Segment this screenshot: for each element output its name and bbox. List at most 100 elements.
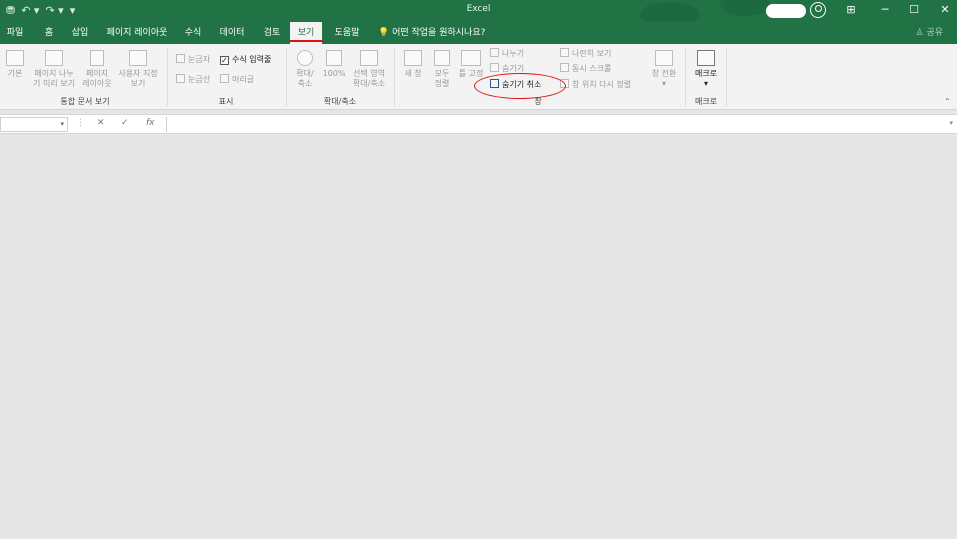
cancel-icon[interactable]: ✕	[97, 118, 105, 128]
reset-window-position-button[interactable]: 창 위치 다시 정렬	[560, 79, 631, 91]
view-side-by-side-button[interactable]: 나란히 보기	[560, 48, 611, 60]
page-layout-label-1: 페이지	[85, 69, 109, 78]
ribbon-view: 기본 페이지 나누 기 미리 보기 페이지 레이아웃 사용자 지정 보기 통합 …	[0, 44, 957, 110]
group-label-zoom: 확대/축소	[323, 97, 357, 106]
zoom-label-1: 확대/	[296, 69, 314, 78]
tab-data[interactable]: 데이터	[214, 22, 250, 44]
formula-bar-checkbox[interactable]: ✓ 수식 입력줄	[220, 54, 271, 66]
macro-icon	[697, 50, 715, 66]
page-break-label-2: 기 미리 보기	[33, 79, 75, 88]
name-box[interactable]: ▾	[0, 117, 68, 132]
tab-help[interactable]: 도움말	[328, 22, 366, 44]
tab-file[interactable]: 파일	[0, 22, 30, 44]
custom-views-icon	[129, 50, 147, 66]
zoom-100-label: 100%	[322, 69, 346, 78]
maximize-icon[interactable]: ☐	[906, 3, 922, 16]
tab-review[interactable]: 검토	[258, 22, 286, 44]
share-button[interactable]: ♙ 공유	[916, 22, 944, 44]
gridlines-label: 눈금선	[188, 75, 211, 84]
annotation-circle	[474, 73, 566, 99]
freeze-panes-button[interactable]: 틀 고정	[456, 50, 486, 79]
annotation-underline	[289, 40, 323, 42]
split-icon	[490, 48, 499, 57]
normal-view-button[interactable]: 기본	[2, 50, 28, 79]
group-label-show: 표시	[218, 97, 234, 106]
arrange-icon	[434, 50, 450, 66]
tab-insert[interactable]: 삽입	[66, 22, 94, 44]
zoom-selection-icon	[360, 50, 378, 66]
enter-icon[interactable]: ✓	[121, 118, 129, 128]
worksheet-area	[0, 134, 957, 539]
formula-bar: ▾ ⋮ ✕ ✓ fx ▾	[0, 114, 957, 134]
zoom-100-icon	[326, 50, 342, 66]
title-bar: ⛃ ↶ ▾ ↷ ▾ ▾ Excel ⊞ ─ ☐ ✕	[0, 0, 957, 26]
gridlines-checkbox[interactable]: 눈금선	[176, 74, 210, 86]
arrange-label-2: 정렬	[434, 79, 450, 88]
minimize-icon[interactable]: ─	[877, 3, 893, 16]
magnifier-icon	[297, 50, 313, 66]
hide-icon	[490, 63, 499, 72]
side-by-side-icon	[560, 48, 569, 57]
custom-views-button[interactable]: 사용자 지정 보기	[114, 50, 162, 89]
side-by-side-label: 나란히 보기	[572, 49, 612, 58]
group-label-workbook-views: 통합 문서 보기	[60, 97, 110, 106]
page-break-icon	[45, 50, 63, 66]
grip-icon: ⋮	[76, 118, 85, 128]
arrange-label-1: 모두	[434, 69, 450, 78]
page-break-preview-button[interactable]: 페이지 나누 기 미리 보기	[29, 50, 79, 89]
freeze-label: 틀 고정	[458, 69, 484, 78]
group-separator	[394, 48, 395, 106]
grid-icon	[6, 50, 24, 66]
new-window-button[interactable]: 새 창	[400, 50, 426, 79]
switch-windows-button[interactable]: 창 전환 ▾	[648, 50, 680, 89]
group-separator	[286, 48, 287, 106]
ribbon-tabs: 파일 홈 삽입 페이지 레이아웃 수식 데이터 검토 보기 도움말 💡 어떤 작…	[0, 22, 957, 44]
checkbox-icon	[220, 74, 229, 83]
zoom-selection-label-2: 확대/축소	[352, 79, 386, 88]
user-avatar-icon[interactable]	[810, 2, 826, 18]
tab-home[interactable]: 홈	[38, 22, 60, 44]
page-layout-label-2: 레이아웃	[82, 79, 112, 88]
zoom-button[interactable]: 확대/ 축소	[292, 50, 318, 89]
zoom-to-selection-button[interactable]: 선택 영역 확대/축소	[348, 50, 390, 89]
formula-bar-label: 수식 입력줄	[232, 55, 272, 64]
collapse-ribbon-icon[interactable]: ⌃	[944, 96, 951, 108]
ribbon-display-options-icon[interactable]: ⊞	[843, 3, 859, 16]
normal-view-label: 기본	[7, 69, 23, 78]
macros-button[interactable]: 매크로 ▾	[690, 50, 722, 89]
checkbox-icon	[176, 54, 185, 63]
sync-scroll-icon	[560, 63, 569, 72]
synchronous-scrolling-button[interactable]: 동시 스크롤	[560, 63, 611, 75]
ruler-checkbox[interactable]: 눈금자	[176, 54, 210, 66]
switch-windows-label: 창 전환	[651, 69, 677, 78]
hide-label: 숨기기	[502, 64, 525, 73]
arrange-all-button[interactable]: 모두 정렬	[430, 50, 454, 89]
ruler-label: 눈금자	[188, 55, 211, 64]
new-window-icon	[404, 50, 422, 66]
formula-input[interactable]: ▾	[166, 117, 957, 132]
split-button[interactable]: 나누기	[490, 48, 524, 60]
tell-me-search[interactable]: 💡 어떤 작업을 원하시나요?	[378, 22, 485, 44]
tab-page-layout[interactable]: 페이지 레이아웃	[102, 22, 172, 44]
share-label: 공유	[926, 28, 943, 38]
zoom-label-2: 축소	[297, 79, 313, 88]
account-name[interactable]	[766, 4, 806, 18]
tab-formulas[interactable]: 수식	[180, 22, 206, 44]
headings-checkbox[interactable]: 머리글	[220, 74, 254, 86]
insert-function-icon[interactable]: fx	[146, 118, 155, 128]
checkmark-icon: ✓	[220, 56, 229, 65]
switch-windows-icon	[655, 50, 673, 66]
group-separator	[167, 48, 168, 106]
page-layout-view-button[interactable]: 페이지 레이아웃	[80, 50, 114, 89]
zoom-100-button[interactable]: 100%	[320, 50, 348, 79]
macros-button-label: 매크로	[694, 69, 718, 78]
checkbox-icon	[176, 74, 185, 83]
zoom-selection-label-1: 선택 영역	[353, 69, 385, 78]
group-label-macros: 매크로	[694, 97, 718, 106]
close-icon[interactable]: ✕	[937, 3, 953, 16]
expand-formula-icon[interactable]: ▾	[949, 119, 953, 127]
chevron-down-icon[interactable]: ▾	[60, 120, 64, 128]
tell-me-text: 어떤 작업을 원하시나요?	[392, 28, 486, 38]
new-window-label: 새 창	[404, 69, 422, 78]
group-separator	[685, 48, 686, 106]
